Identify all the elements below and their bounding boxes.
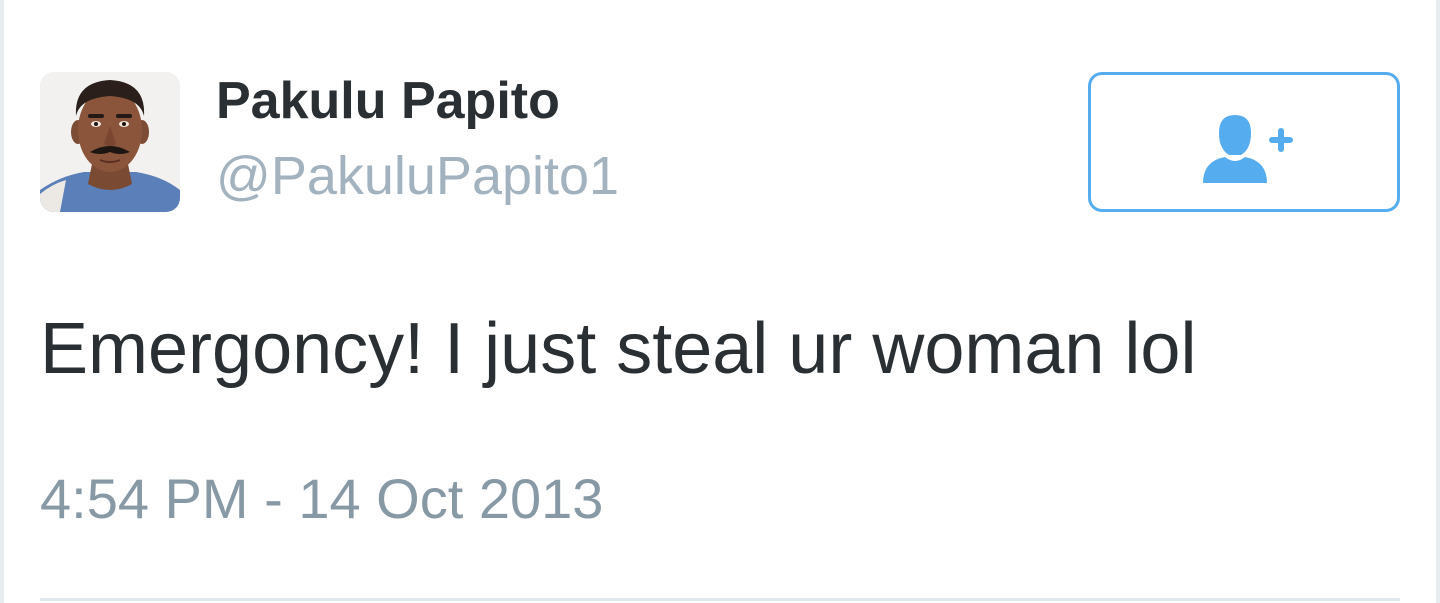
display-name[interactable]: Pakulu Papito — [216, 70, 560, 132]
follow-button[interactable] — [1088, 72, 1400, 212]
follow-user-plus-icon — [1203, 115, 1293, 183]
user-handle[interactable]: @PakuluPapito1 — [216, 144, 619, 208]
avatar-photo — [40, 72, 180, 212]
tweet-card: Pakulu Papito @PakuluPapito1 Emergoncy! … — [0, 0, 1440, 603]
tweet-timestamp[interactable]: 4:54 PM - 14 Oct 2013 — [40, 466, 603, 532]
avatar[interactable] — [40, 72, 180, 212]
tweet-text: Emergoncy! I just steal ur woman lol — [40, 309, 1197, 389]
divider — [40, 598, 1400, 601]
